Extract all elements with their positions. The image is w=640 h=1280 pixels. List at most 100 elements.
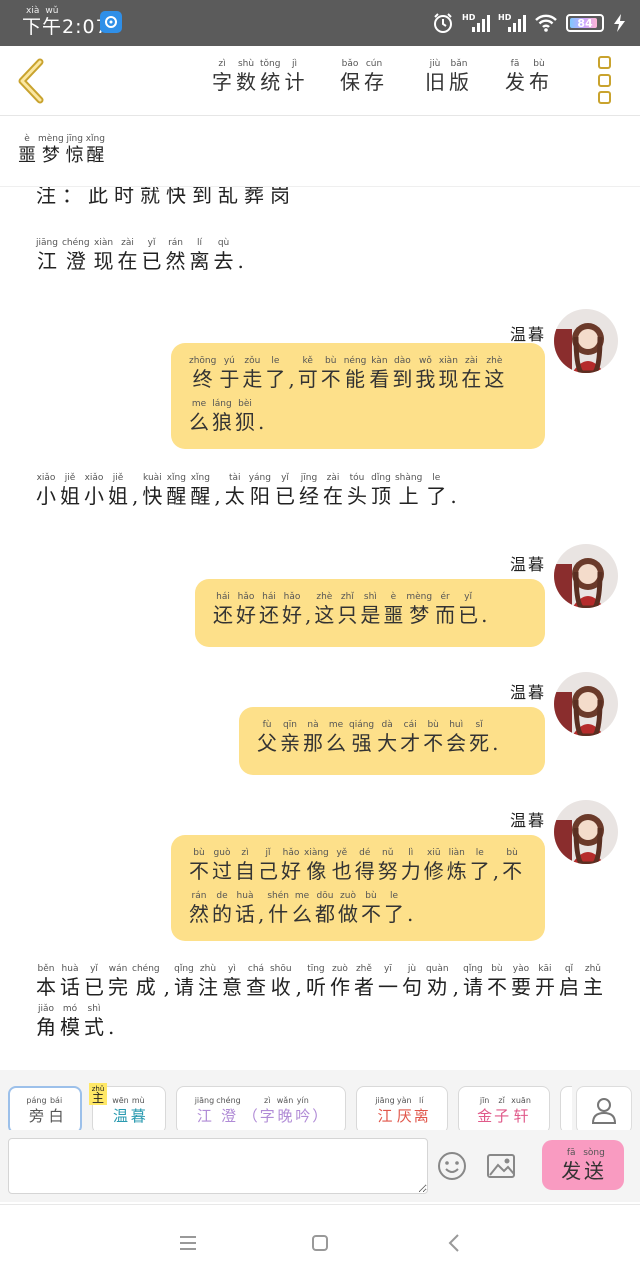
narration-3[interactable]: běn 本 huà 话 yǐ 已 wán 完 chéng 成 , qǐng 请 zhù 注 yì 意 chá 查 s… — [36, 963, 616, 1039]
back-nav-button[interactable] — [440, 1229, 468, 1257]
image-button[interactable] — [485, 1150, 517, 1182]
back-button[interactable] — [12, 56, 52, 106]
chapter-title: è 噩 mèng 梦 jīng 惊 xǐng 醒 — [18, 133, 105, 167]
emoji-button[interactable] — [436, 1150, 468, 1182]
hanzi: 可 — [297, 367, 318, 391]
avatar[interactable] — [554, 672, 618, 736]
character-chip-jiangyanli[interactable]: jiāng 江 yàn 厌 lí 离 — [356, 1086, 448, 1134]
character-chip-jinzixuan[interactable]: jīn 金 zǐ 子 xuān 轩 — [458, 1086, 550, 1134]
ruby-char: yě 也 — [332, 847, 352, 886]
add-character-button[interactable] — [576, 1086, 632, 1134]
word-count-button[interactable]: zì 字 shù 数 tǒng 统 jì 计 — [212, 58, 304, 94]
hanzi: 温 — [112, 1107, 128, 1125]
avatar[interactable] — [554, 800, 618, 864]
pinyin: è — [24, 134, 30, 144]
chat-bubble-1[interactable]: zhōng 终 yú 于 zǒu 走 le 了 , kě 可 bù 不 néng 能 kàn 看 dào 到 wǒ 我… — [171, 343, 545, 449]
hanzi: . — [481, 603, 488, 627]
ruby-char: le 了 — [384, 890, 404, 929]
pinyin: jīn — [479, 1096, 490, 1105]
ruby-char: hái 还 — [259, 591, 279, 635]
ruby-char: ） — [312, 1095, 327, 1125]
send-button[interactable]: fā 发 sòng 送 — [542, 1140, 624, 1190]
ruby-char: lì 力 — [401, 847, 421, 886]
hanzi: 梦 — [41, 145, 60, 166]
ruby-char: fā 发 — [505, 58, 525, 94]
hanzi: 噩 — [383, 603, 404, 627]
pinyin — [409, 890, 412, 902]
narration-1[interactable]: jiāng 江 chéng 澄 xiàn 现 zài 在 yǐ 已 rán 然 lí 离 qù 去 . — [36, 237, 616, 273]
hanzi: 亲 — [280, 731, 300, 755]
pinyin: de — [216, 891, 228, 901]
ruby-char: wǎn 晚 — [277, 1095, 294, 1125]
ruby-char: , — [296, 963, 302, 999]
ruby-char: , — [305, 591, 311, 635]
pinyin — [494, 719, 497, 731]
pinyin: me — [294, 891, 310, 901]
hanzi: 么 — [292, 902, 312, 926]
ruby-char: qù 去 — [214, 237, 234, 273]
hanzi: 温 — [509, 811, 526, 830]
ruby-char: me 么 — [326, 719, 346, 763]
character-chip-wenmu[interactable]: zhǔ 主 wēn 温 mù 暮 — [89, 1083, 166, 1134]
home-nav-button[interactable] — [306, 1229, 334, 1257]
pinyin: yào — [512, 964, 530, 974]
ruby-char: tǒng 统 — [260, 58, 280, 94]
ruby-char: hái 还 — [213, 591, 233, 635]
ruby-char: sòng 送 — [583, 1147, 605, 1183]
avatar[interactable] — [554, 544, 618, 608]
hanzi: 到 — [392, 367, 413, 391]
hanzi: 太 — [224, 484, 245, 508]
pinyin: bèi — [238, 399, 252, 409]
ruby-char: zuò 做 — [338, 890, 358, 929]
ruby-char: mù 暮 — [131, 1095, 146, 1125]
message-input[interactable] — [8, 1138, 428, 1194]
hanzi: 温 — [509, 683, 526, 702]
character-chip-narrator[interactable]: páng 旁 bái 白 — [8, 1086, 82, 1134]
pinyin: yǐ — [281, 473, 289, 483]
ruby-char: . — [108, 1003, 114, 1039]
ruby-char: le 了 — [470, 847, 490, 886]
chat-bubble-4[interactable]: bù 不 guò 过 zì 自 jǐ 己 hǎo 好 xiàng 像 yě 也 dé 得 nǔ 努 lì 力 xiū 修 l… — [171, 835, 545, 941]
narration-2[interactable]: xiǎo 小 jiě 姐 xiǎo 小 jiě 姐 , kuài 快 xǐng 醒 xǐng 醒 , tài… — [36, 472, 616, 508]
ruby-char: guò 过 — [212, 847, 232, 886]
pinyin: qǐng — [174, 964, 194, 974]
hanzi: 好 — [281, 859, 301, 883]
ruby-char: 温 — [510, 671, 526, 702]
publish-button[interactable]: fā 发 bù 布 — [505, 58, 549, 94]
ruby-char: sǐ 死 — [469, 719, 489, 763]
hanzi: 醒 — [166, 484, 187, 508]
hanzi: 发 — [505, 70, 525, 94]
pinyin: zhǐ — [340, 592, 354, 602]
hanzi: 子 — [494, 1107, 510, 1125]
pinyin: zì — [218, 59, 226, 69]
ruby-char: kě 可 — [298, 355, 318, 394]
hanzi: 的 — [212, 902, 232, 926]
time-pinyin-2: wǔ — [45, 6, 59, 16]
chat-area[interactable]: 注：此时就快到乱葬岗 jiāng 江 chéng 澄 xiàn 现 zài 在 yǐ 已 rán 然 l… — [0, 187, 640, 1065]
avatar[interactable] — [554, 309, 618, 373]
hanzi: 头 — [346, 484, 367, 508]
hanzi: , — [258, 902, 265, 926]
character-chip-jiangcheng[interactable]: jiāng 江 chéng 澄 （ zì 字 wǎn 晚 yín 吟 ） — [176, 1086, 346, 1134]
hanzi: 了 — [265, 367, 286, 391]
save-button[interactable]: bǎo 保 cún 存 — [340, 58, 384, 94]
pinyin: zhǔ — [584, 964, 601, 974]
old-version-button[interactable]: jiù 旧 bǎn 版 — [425, 58, 469, 94]
pinyin: hǎo — [283, 592, 301, 602]
pinyin: me — [191, 399, 207, 409]
image-icon — [487, 1154, 515, 1178]
chat-bubble-3[interactable]: fù 父 qīn 亲 nà 那 me 么 qiáng 强 dà 大 cái 才 bù 不 huì 会 sǐ 死 . — [239, 707, 545, 775]
hanzi: 温 — [509, 325, 526, 344]
ruby-char: zhǔ 主 — [583, 963, 603, 999]
menu-nav-button[interactable] — [174, 1229, 202, 1257]
character-chip-clipped[interactable] — [560, 1086, 572, 1134]
ruby-char: chá 查 — [246, 963, 266, 999]
chat-bubble-2[interactable]: hái 还 hǎo 好 hái 还 hǎo 好 , zhè 这 zhǐ 只 shì 是 è 噩 mèng 梦 ér 而… — [195, 579, 545, 647]
hanzi: 统 — [260, 70, 281, 94]
hanzi: 了 — [469, 859, 490, 883]
pinyin: yàn — [396, 1096, 412, 1105]
hanzi: 已 — [274, 484, 295, 508]
hanzi: 不 — [423, 731, 444, 755]
more-menu-button[interactable] — [598, 56, 614, 104]
ruby-char: yī 一 — [378, 963, 398, 999]
